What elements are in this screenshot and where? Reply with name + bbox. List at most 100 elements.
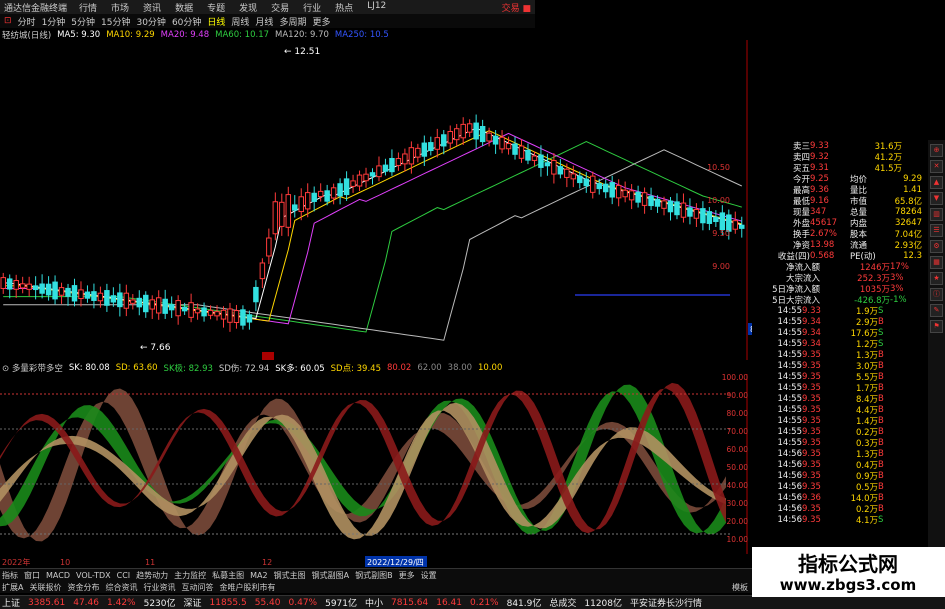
period-tab[interactable]: 多周期 [279, 15, 306, 28]
quote-cell: 9.33 [802, 305, 821, 316]
menu-item[interactable]: 发现 [239, 1, 257, 14]
period-tab[interactable]: 1分钟 [42, 15, 66, 28]
candle-body [272, 201, 279, 235]
status-item: 3385.61 [28, 597, 66, 608]
quote-cell: 9.34 [802, 316, 821, 327]
main-menu: 行情 市场 资讯 数据 专题 发现 交易 行业 热点 LJ12 [79, 1, 386, 14]
quote-cell: 9.35 [802, 448, 821, 459]
menu-item[interactable]: LJ12 [367, 1, 386, 14]
candle-body [564, 168, 570, 178]
quote-cell: 9.35 [802, 426, 821, 437]
candle-body [214, 311, 220, 317]
menu-item[interactable]: 行情 [79, 1, 97, 14]
indicator-tab[interactable]: CCI [117, 571, 131, 580]
quote-cell: 5日大宗流入 [772, 295, 820, 306]
info-tab[interactable]: 关联报价 [29, 582, 61, 593]
candle-body [136, 297, 143, 308]
candle-body [713, 216, 719, 223]
period-tab[interactable]: 15分钟 [101, 15, 130, 28]
info-tab[interactable]: 扩展A [2, 582, 23, 593]
period-tab[interactable]: 月线 [255, 15, 273, 28]
period-tab[interactable]: 30分钟 [136, 15, 165, 28]
menu-item[interactable]: 专题 [207, 1, 225, 14]
candle-body [551, 160, 557, 175]
sidebar-tool-icon[interactable]: ✎ [930, 304, 943, 317]
ma5-line [3, 127, 742, 319]
candle-body [97, 292, 104, 302]
period-tab[interactable]: 日线 [207, 15, 225, 28]
candle-body [317, 190, 324, 198]
indicator-tick: 50.00 [727, 463, 749, 472]
info-tab[interactable]: 行业资讯 [143, 582, 175, 593]
indicator-tab[interactable]: 设置 [421, 570, 437, 581]
quote-cell: B [878, 349, 884, 360]
quote-row: 14:56 9.35 0.4万 B [752, 459, 927, 471]
indicator-tab[interactable]: 私募主图 [212, 570, 244, 581]
quote-row: 14:55 9.35 0.2万 B [752, 426, 927, 438]
period-tab[interactable]: 分时 [18, 15, 36, 28]
status-item: 11855.5 [209, 597, 247, 608]
candle-body [324, 190, 330, 202]
ma-value: MA120: 9.70 [275, 30, 329, 40]
menu-item[interactable]: 交易 [271, 1, 289, 14]
indicator-tab[interactable]: 主力监控 [174, 570, 206, 581]
candle-body [32, 285, 39, 291]
indicator-tab[interactable]: 钢式副图B [355, 570, 393, 581]
price-tick: 9.50 [712, 229, 730, 238]
period-tab[interactable]: 更多 [312, 15, 330, 28]
quote-cell: 9.35 [802, 393, 821, 404]
period-tab[interactable]: 5分钟 [71, 15, 95, 28]
quote-cell: 2.93亿 [894, 240, 922, 251]
status-item: 47.46 [73, 597, 99, 608]
info-tab[interactable]: 金唯户股利市有 [219, 582, 275, 593]
menu-item[interactable]: 数据 [175, 1, 193, 14]
sidebar-down-icon[interactable]: ▼ [930, 192, 943, 205]
quote-row: 最低 9.16 市值 65.8亿 [752, 195, 927, 207]
candle-body [499, 136, 505, 150]
quote-cell: 9.34 [802, 338, 821, 349]
candle-body [590, 175, 596, 193]
menu-item[interactable]: 热点 [335, 1, 353, 14]
indicator-tab[interactable]: MA2 [250, 571, 267, 580]
info-tab[interactable]: 互动问答 [181, 582, 213, 593]
indicator-tab[interactable]: 指标 [2, 570, 18, 581]
period-tab[interactable]: 60分钟 [172, 15, 201, 28]
info-tab[interactable]: 资金分布 [67, 582, 99, 593]
indicator-tab[interactable]: 窗口 [24, 570, 40, 581]
candle-body [479, 125, 486, 143]
sidebar-chart-icon[interactable]: ▥ [930, 208, 943, 221]
indicator-tab[interactable]: MACD [46, 571, 70, 580]
sidebar-close-icon[interactable]: ✕ [930, 160, 943, 173]
info-tab[interactable]: 综合资讯 [105, 582, 137, 593]
candle-body [687, 207, 693, 217]
menu-item[interactable]: 资讯 [143, 1, 161, 14]
sidebar-list-icon[interactable]: ☰ [930, 224, 943, 237]
sidebar-up-icon[interactable]: ▲ [930, 176, 943, 189]
template-button[interactable]: 模板 [732, 582, 752, 593]
menu-item[interactable]: 行业 [303, 1, 321, 14]
sidebar-flag-icon[interactable]: ⚑ [930, 320, 943, 333]
indicator-tab[interactable]: 趋势动力 [136, 570, 168, 581]
indicator-tab[interactable]: VOL-TDX [76, 571, 111, 580]
candle-body [149, 299, 155, 310]
toolbar-icon[interactable]: ⊡ [4, 16, 12, 26]
date-box-label: 2022/12/29/四 [367, 558, 424, 567]
indicator-tab[interactable]: 钢式副图A [312, 570, 349, 581]
sidebar-grid-icon[interactable]: ▦ [930, 256, 943, 269]
indicator-tab[interactable]: 更多 [399, 570, 415, 581]
indicator-value: SD伤: 72.94 [218, 364, 270, 374]
sidebar-settings-icon[interactable]: ⚙ [930, 240, 943, 253]
title-bar: 通达信金融终端 行情 市场 资讯 数据 专题 发现 交易 行业 热点 LJ12 交易 ■ [0, 0, 535, 14]
menu-item[interactable]: 市场 [111, 1, 129, 14]
sidebar-zoom-icon[interactable]: ⊕ [930, 144, 943, 157]
candlestick-chart[interactable]: ← 12.51← 7.668.3210.5010.009.509.00 [0, 40, 752, 360]
indicator-chart[interactable]: 100.00 90.00 80.00 70.00 60.00 50.00 40.00 30.0… [0, 374, 752, 554]
candle-body [181, 306, 188, 312]
sidebar-star-icon[interactable]: ★ [930, 272, 943, 285]
indicator-tab[interactable]: 钢式主图 [274, 570, 306, 581]
period-tab[interactable]: 周线 [231, 15, 249, 28]
candle-body [52, 281, 58, 300]
trade-login-button[interactable]: 交易 ■ [502, 1, 531, 14]
sidebar-info-icon[interactable]: ⓘ [930, 288, 943, 301]
candle-body [557, 166, 564, 175]
